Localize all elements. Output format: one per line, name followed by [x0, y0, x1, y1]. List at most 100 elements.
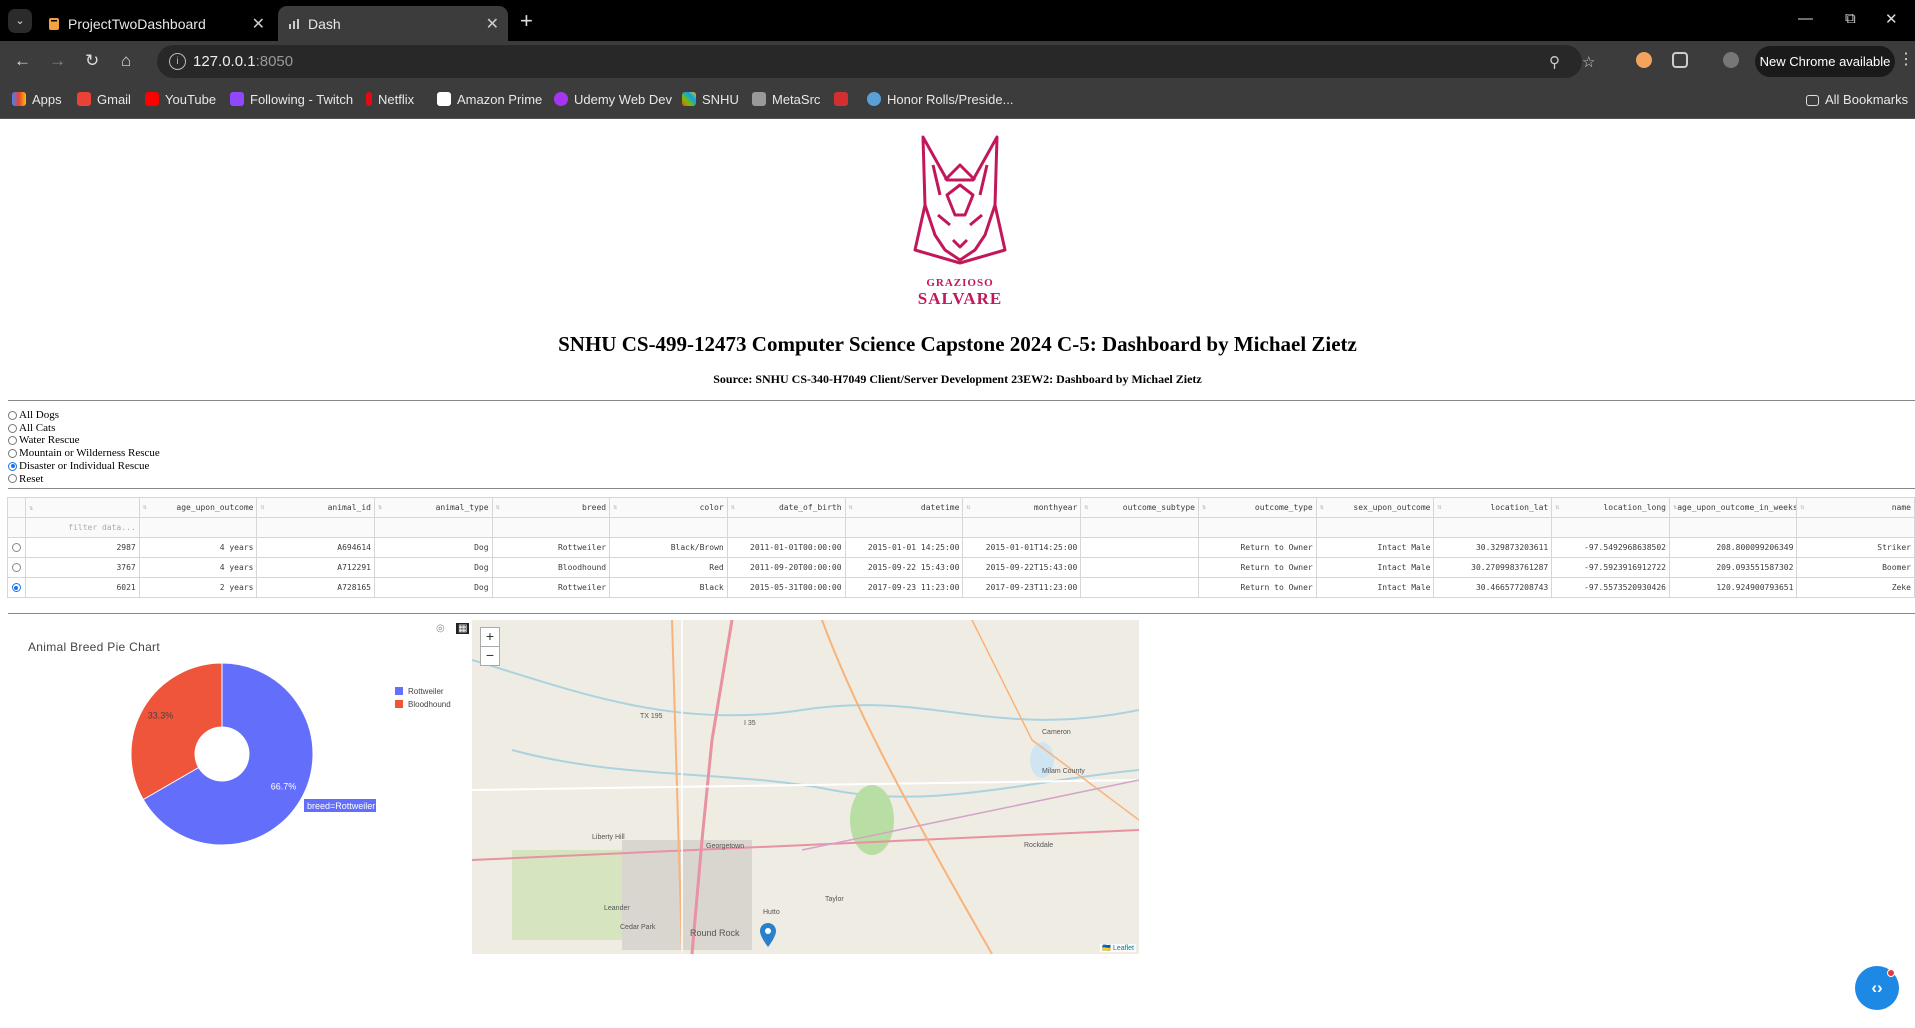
column-filter-input[interactable]: [609, 517, 728, 538]
radio-button[interactable]: [8, 474, 17, 484]
table-cell[interactable]: Return to Owner: [1198, 537, 1317, 558]
radio-button[interactable]: [8, 448, 17, 458]
zoom-out-button[interactable]: −: [480, 646, 500, 666]
table-cell[interactable]: A728165: [256, 577, 375, 598]
table-cell[interactable]: 2017-09-23 11:23:00: [844, 577, 964, 598]
column-filter-input[interactable]: [1668, 517, 1798, 538]
row-select-radio[interactable]: [11, 563, 21, 572]
row-select-radio[interactable]: [11, 583, 21, 592]
column-filter-input[interactable]: [726, 517, 846, 538]
bookmark-apps[interactable]: Apps: [12, 92, 62, 107]
bookmark-twitch[interactable]: Following - Twitch: [230, 92, 353, 107]
bookmark-pdf[interactable]: [834, 92, 854, 107]
column-filter-input[interactable]: [1796, 517, 1915, 538]
minimize-icon[interactable]: —: [1798, 10, 1813, 27]
column-header[interactable]: ⇅ outcome_type: [1198, 497, 1317, 518]
column-header[interactable]: ⇅ animal_id: [256, 497, 375, 518]
column-filter-input[interactable]: [138, 517, 258, 538]
column-header[interactable]: ⇅ monthyear: [962, 497, 1082, 518]
sort-icon[interactable]: ⇅: [496, 503, 500, 511]
column-header[interactable]: ⇅ location_lat: [1433, 497, 1553, 518]
forward-arrow-icon[interactable]: →: [49, 51, 66, 71]
filter-option[interactable]: All Dogs: [8, 409, 160, 422]
restore-icon[interactable]: ⧉: [1845, 10, 1856, 27]
table-cell[interactable]: 120.924900793651: [1668, 577, 1798, 598]
map-attribution[interactable]: 🇺🇦 Leaflet: [1100, 944, 1136, 952]
row-select-cell[interactable]: [7, 557, 26, 578]
sort-icon[interactable]: ⇅: [1084, 503, 1088, 511]
table-cell[interactable]: 4 years: [138, 537, 258, 558]
zoom-in-button[interactable]: +: [480, 627, 500, 647]
all-bookmarks[interactable]: All Bookmarks: [1806, 92, 1908, 107]
table-cell[interactable]: 2015-05-31T00:00:00: [726, 577, 846, 598]
column-filter-input[interactable]: [1433, 517, 1553, 538]
table-cell[interactable]: A694614: [256, 537, 375, 558]
bookmark-udemy[interactable]: Udemy Web Dev: [554, 92, 672, 107]
table-cell[interactable]: [1080, 577, 1199, 598]
sort-icon[interactable]: ⇅: [260, 503, 264, 511]
home-icon[interactable]: ⌂: [121, 51, 131, 71]
column-filter-input[interactable]: [844, 517, 964, 538]
sort-icon[interactable]: ⇅: [849, 503, 853, 511]
table-cell[interactable]: -97.549296863850​2: [1551, 537, 1670, 558]
table-cell[interactable]: 2011-01-01T00:00:00: [726, 537, 846, 558]
legend-item[interactable]: Bloodhound: [395, 700, 451, 709]
column-filter-input[interactable]: [256, 517, 375, 538]
column-header[interactable]: ⇅ location_long: [1551, 497, 1670, 518]
column-filter-input[interactable]: [1198, 517, 1317, 538]
sort-icon[interactable]: ⇅: [966, 503, 970, 511]
sort-icon[interactable]: ⇅: [1202, 503, 1206, 511]
radio-button[interactable]: [8, 461, 17, 471]
more-menu-icon[interactable]: ⋮: [1898, 49, 1914, 69]
tab-project-two-dashboard[interactable]: ProjectTwoDashboard ✕: [38, 6, 274, 41]
sort-icon[interactable]: ⇅: [613, 503, 617, 511]
extensions-puzzle-icon[interactable]: [1672, 52, 1688, 68]
table-cell[interactable]: A712291: [256, 557, 375, 578]
table-cell[interactable]: 2017-09-23T11:23:00: [962, 577, 1082, 598]
reload-icon[interactable]: ↻: [85, 51, 99, 71]
row-select-cell[interactable]: [7, 537, 26, 558]
table-row[interactable]: 2987 4 years A694614 Dog Rottweiler Black/Bro…: [7, 537, 1915, 558]
bookmark-netflix[interactable]: Netflix: [366, 92, 414, 107]
bookmark-metasrc[interactable]: MetaSrc: [752, 92, 820, 107]
table-cell[interactable]: -97.5923916912722: [1551, 557, 1670, 578]
radio-button[interactable]: [8, 436, 17, 446]
table-cell[interactable]: Red: [609, 557, 728, 578]
bookmark-star-icon[interactable]: ☆: [1582, 53, 1595, 71]
bookmark-honor-rolls[interactable]: Honor Rolls/Preside...: [867, 92, 1013, 107]
column-header[interactable]: ⇅ breed: [491, 497, 611, 518]
radio-button[interactable]: [8, 423, 17, 433]
column-header[interactable]: ⇅: [24, 497, 140, 518]
table-cell[interactable]: 2011-09-20T00:00:00: [726, 557, 846, 578]
filter-option[interactable]: Reset: [8, 473, 160, 486]
table-cell[interactable]: 2015-01-01 14:25:00: [844, 537, 964, 558]
address-bar[interactable]: i 127.0.0.1:8050 ⚲ ☆: [157, 45, 1595, 78]
back-arrow-icon[interactable]: ←: [14, 51, 31, 71]
column-filter-input[interactable]: [1080, 517, 1199, 538]
table-row[interactable]: 3767 4 years A712291 Dog Bloodhound Red 2011-0…: [7, 557, 1915, 578]
column-filter-input[interactable]: filter data...: [24, 517, 140, 538]
close-tab-icon[interactable]: ✕: [252, 14, 265, 34]
table-cell[interactable]: [1080, 557, 1199, 578]
filter-option[interactable]: All Cats: [8, 422, 160, 435]
table-cell[interactable]: 30.329873203611: [1433, 537, 1553, 558]
dash-debug-menu-button[interactable]: ‹›: [1855, 966, 1899, 1010]
sort-icon[interactable]: ⇅: [1800, 503, 1804, 511]
column-filter-input[interactable]: [1315, 517, 1435, 538]
table-cell[interactable]: Striker: [1796, 537, 1915, 558]
table-cell[interactable]: Intact Male: [1315, 577, 1435, 598]
table-cell[interactable]: Dog: [373, 537, 493, 558]
new-chrome-available-button[interactable]: New Chrome available: [1755, 46, 1895, 77]
column-header[interactable]: ⇅ datetime: [844, 497, 964, 518]
filter-option[interactable]: Mountain or Wilderness Rescue: [8, 447, 160, 460]
column-filter-input[interactable]: [962, 517, 1082, 538]
tab-dash[interactable]: Dash ✕: [278, 6, 508, 41]
table-cell[interactable]: Boomer: [1796, 557, 1915, 578]
table-cell[interactable]: 30.466577208743: [1433, 577, 1553, 598]
column-header[interactable]: ⇅ color: [609, 497, 728, 518]
table-cell[interactable]: Intact Male: [1315, 557, 1435, 578]
table-cell[interactable]: 4 years: [138, 557, 258, 578]
legend-item[interactable]: Rottweiler: [395, 687, 444, 696]
site-info-icon[interactable]: i: [169, 53, 186, 70]
column-header[interactable]: ⇅ date_of_birth: [726, 497, 846, 518]
